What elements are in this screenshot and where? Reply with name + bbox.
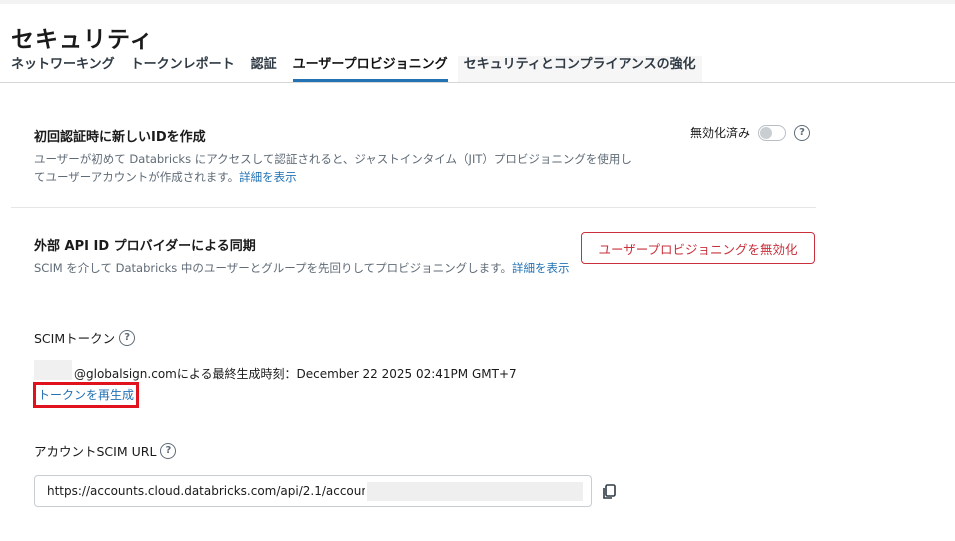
tab-networking[interactable]: ネットワーキング [11, 56, 115, 82]
tab-user-provisioning[interactable]: ユーザープロビジョニング [292, 56, 448, 82]
copy-icon[interactable] [602, 484, 616, 500]
scim-url-input[interactable] [35, 476, 365, 506]
sync-learn-more-link[interactable]: 詳細を表示 [512, 261, 570, 275]
help-icon[interactable]: ? [160, 442, 177, 459]
security-settings-page: セキュリティ ネットワーキング トークンレポート 認証 ユーザープロビジョニング… [0, 0, 955, 541]
tab-token-report[interactable]: トークンレポート [131, 56, 235, 82]
jit-learn-more-link[interactable]: 詳細を表示 [239, 170, 297, 184]
scim-url-label: アカウントSCIM URL [34, 444, 157, 459]
jit-toggle-switch[interactable] [758, 124, 787, 141]
tab-bar: ネットワーキング トークンレポート 認証 ユーザープロビジョニング セキュリティ… [11, 56, 702, 82]
jit-toggle-label: 無効化済み [690, 126, 751, 140]
help-icon[interactable]: ? [794, 124, 811, 141]
jit-toggle-group: 無効化済み ? [690, 124, 811, 141]
scim-url-field[interactable] [34, 475, 592, 507]
sync-description: SCIM を介して Databricks 中のユーザーとグループを先回りしてプロ… [34, 259, 579, 277]
tab-security-compliance[interactable]: セキュリティとコンプライアンスの強化 [457, 56, 702, 82]
jit-description-text: ユーザーが初めて Databricks にアクセスして認証されると、ジャストイン… [34, 152, 632, 184]
section-divider [11, 207, 816, 208]
redacted-account-id [367, 482, 583, 501]
tab-divider [0, 82, 955, 83]
top-bar [0, 0, 955, 4]
jit-section-title: 初回認証時に新しいIDを作成 [34, 130, 206, 145]
regenerate-token-link[interactable]: トークンを再生成 [33, 382, 140, 408]
token-last-generated-info: @globalsign.comによる最終生成時刻：December 22 202… [74, 367, 517, 381]
scim-token-label: SCIMトークン [34, 331, 116, 346]
scim-url-label-row: アカウントSCIM URL ? [34, 441, 177, 460]
page-title: セキュリティ [11, 27, 154, 53]
sync-section-title: 外部 API ID プロバイダーによる同期 [34, 239, 256, 254]
redacted-username [34, 360, 72, 380]
help-icon[interactable]: ? [119, 329, 136, 346]
disable-user-provisioning-button[interactable]: ユーザープロビジョニングを無効化 [581, 232, 815, 264]
scim-token-label-row: SCIMトークン ? [34, 328, 136, 347]
jit-description: ユーザーが初めて Databricks にアクセスして認証されると、ジャストイン… [34, 150, 634, 186]
sync-description-text: SCIM を介して Databricks 中のユーザーとグループを先回りしてプロ… [34, 261, 513, 275]
tab-authentication[interactable]: 認証 [251, 56, 277, 82]
